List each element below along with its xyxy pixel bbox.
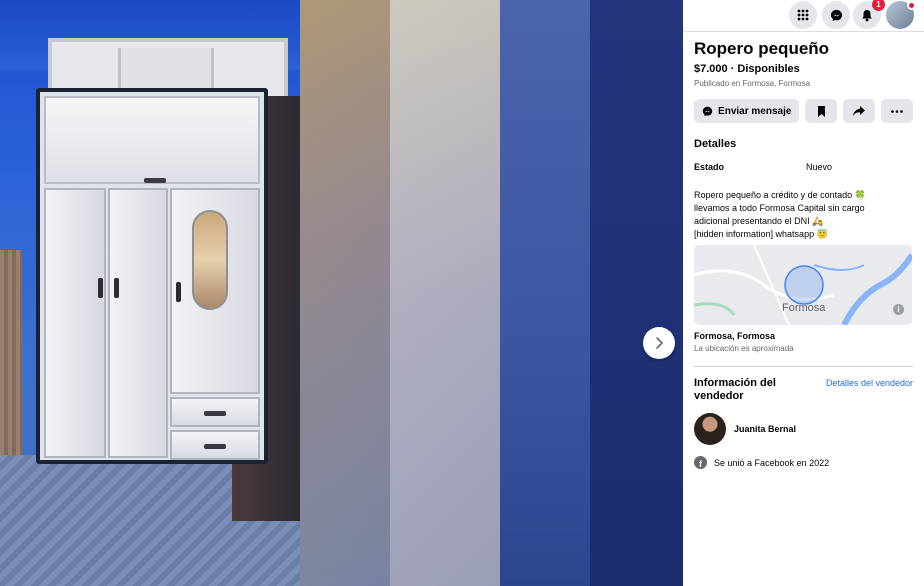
map-info-icon[interactable]: i	[893, 304, 904, 315]
notification-badge: 1	[872, 0, 885, 11]
send-message-label: Enviar mensaje	[718, 105, 792, 117]
facebook-icon: f	[694, 456, 707, 469]
listing-description: Ropero pequeño a crédito y de contado 🍀 …	[694, 190, 866, 239]
save-button[interactable]	[805, 99, 838, 123]
condition-row: Estado Nuevo	[694, 162, 913, 172]
blurred-background	[300, 0, 390, 586]
listing-photo	[0, 0, 300, 586]
status-dot	[907, 1, 916, 10]
chevron-right-icon	[656, 337, 663, 349]
more-options-button[interactable]	[881, 99, 913, 123]
messenger-button[interactable]	[822, 1, 850, 29]
seller-profile[interactable]: Juanita Bernal	[694, 413, 913, 445]
price-status: $7.000 · Disponibles	[694, 63, 800, 75]
bookmark-icon	[817, 105, 825, 117]
top-navigation: 1	[683, 0, 924, 32]
grid-menu-icon	[797, 9, 809, 21]
send-message-button[interactable]: Enviar mensaje	[694, 99, 800, 123]
map-city-label: Formosa	[782, 302, 826, 314]
joined-row: f Se unió a Facebook en 2022	[694, 456, 913, 469]
bell-icon	[862, 9, 872, 21]
condition-label: Estado	[694, 162, 725, 172]
action-bar: Enviar mensaje	[694, 99, 913, 123]
messenger-icon	[702, 106, 713, 116]
section-divider	[694, 366, 913, 367]
menu-button[interactable]	[789, 1, 817, 29]
profile-avatar[interactable]	[886, 1, 916, 29]
more-icon	[891, 109, 903, 113]
seller-avatar[interactable]	[694, 413, 726, 445]
share-icon	[853, 105, 866, 116]
location-name: Formosa, Formosa	[694, 331, 776, 341]
listing-title: Ropero pequeño	[694, 39, 830, 58]
wardrobe-image	[36, 88, 268, 464]
details-heading: Detalles	[694, 138, 737, 150]
seller-details-link[interactable]: Detalles del vendedor	[826, 378, 913, 403]
listing-panel: 1 Ropero pequeño $7.000 · Disponibles Pu…	[683, 0, 924, 586]
share-button[interactable]	[843, 99, 876, 123]
location-map[interactable]: Formosa i	[694, 245, 912, 325]
media-viewer	[0, 0, 683, 586]
seller-name[interactable]: Juanita Bernal	[734, 424, 796, 434]
condition-value: Nuevo	[806, 162, 833, 172]
next-photo-button[interactable]	[643, 327, 675, 359]
messenger-icon	[830, 9, 842, 21]
seller-info-heading: Información del vendedor	[694, 377, 776, 402]
notifications-button[interactable]: 1	[853, 0, 885, 29]
joined-text: Se unió a Facebook en 2022	[714, 457, 830, 468]
location-note: La ubicación es aproximada	[694, 344, 794, 353]
published-location: Publicado en Formosa, Formosa	[694, 79, 811, 88]
